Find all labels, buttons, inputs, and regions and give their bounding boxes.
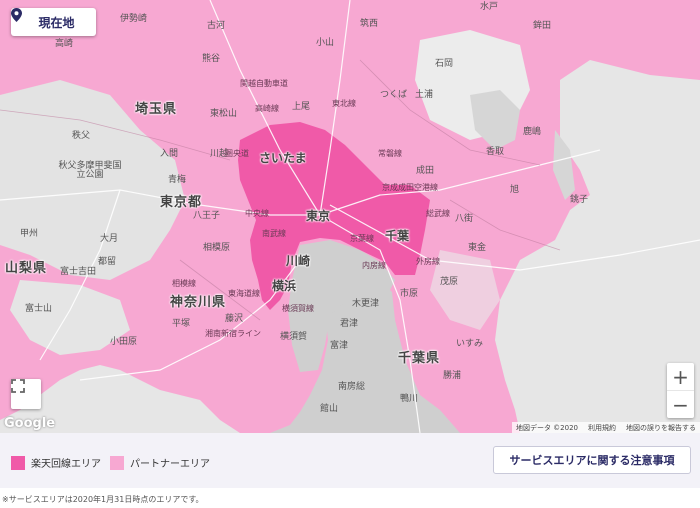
label-place: 八王子 [193, 211, 221, 221]
label-place: 小田原 [110, 337, 138, 347]
report-error-link[interactable]: 地図の誤りを報告する [626, 423, 696, 433]
label-place: 平塚 [172, 319, 191, 329]
label-place: 鴨川 [400, 394, 419, 404]
label-tokyo-pref: 東京都 [160, 195, 203, 210]
label-road: 常磐線 [378, 149, 402, 158]
label-place: 八街 [455, 214, 474, 224]
label-road: 横須賀線 [282, 304, 314, 313]
label-kawasaki-city: 川崎 [286, 254, 311, 268]
label-chiba-pref: 千葉県 [398, 351, 441, 366]
label-place: 都留 [98, 257, 117, 267]
label-road: 圏央道 [225, 149, 249, 158]
label-place: 入間 [160, 149, 179, 159]
label-place: 旭 [510, 185, 520, 195]
label-place: 横須賀 [280, 332, 308, 342]
label-road: 東海道線 [228, 289, 260, 298]
label-place: 南房総 [338, 382, 366, 392]
fullscreen-button[interactable] [11, 379, 41, 409]
label-place: 伊勢崎 [120, 14, 148, 24]
label-place: 熊谷 [202, 54, 221, 64]
label-place: 市原 [400, 289, 419, 299]
map-attribution: 地図データ ©2020 利用規約 地図の誤りを報告する [511, 422, 700, 433]
label-place: 銚子 [570, 195, 589, 205]
label-place: 上尾 [292, 102, 311, 112]
legend-partner: パートナーエリア [110, 455, 210, 470]
label-park: 秋父多摩甲斐国立公園 [58, 161, 122, 180]
label-kanagawa-pref: 神奈川県 [170, 295, 227, 310]
label-place: 古河 [207, 21, 226, 31]
rakuten-swatch [11, 455, 25, 470]
label-place: 水戸 [480, 2, 499, 12]
label-yamanashi-pref: 山梨県 [5, 261, 48, 276]
label-chiba-city: 千葉 [385, 229, 410, 243]
label-place: いすみ [456, 339, 484, 349]
label-place: 鹿嶋 [523, 127, 542, 137]
label-tokyo-city: 東京 [306, 209, 331, 223]
label-road: 関越自動車道 [240, 79, 288, 88]
terms-link[interactable]: 利用規約 [588, 423, 616, 433]
map-canvas [0, 0, 700, 433]
label-road: 総武線 [426, 209, 450, 218]
label-road: 内房線 [362, 261, 386, 270]
label-place: 高崎 [55, 39, 74, 49]
label-place: 東金 [468, 243, 487, 253]
label-place: 相模原 [203, 243, 231, 253]
label-road: 相模線 [172, 279, 196, 288]
label-place: 香取 [486, 147, 505, 157]
legend-rakuten-label: 楽天回線エリア [31, 459, 101, 470]
label-place: 石岡 [435, 59, 454, 69]
coverage-map[interactable]: 埼玉県 東京都 神奈川県 千葉県 山梨県 さいたま 東京 千葉 川崎 横浜 伊勢… [0, 0, 700, 433]
label-place: 君津 [340, 319, 359, 329]
label-place: 成田 [416, 166, 435, 176]
label-place: 秩父 [72, 131, 91, 141]
legend-rakuten: 楽天回線エリア [11, 455, 101, 470]
current-location-label: 現在地 [38, 15, 75, 30]
label-saitama-pref: 埼玉県 [135, 102, 178, 117]
label-road: 東北線 [332, 99, 356, 108]
label-place: 大月 [100, 234, 119, 244]
label-place: 茂原 [440, 277, 459, 287]
label-place: 富士山 [25, 304, 53, 314]
label-place: 土浦 [415, 90, 434, 100]
label-place: 木更津 [352, 299, 380, 309]
label-place: 甲州 [20, 229, 39, 239]
label-road: 湘南新宿ライン [205, 329, 261, 338]
label-place: 鉾田 [533, 21, 552, 31]
label-place: 青梅 [168, 175, 187, 185]
label-place: 東松山 [210, 109, 238, 119]
label-road: 高崎線 [255, 104, 279, 113]
label-road: 南武線 [262, 229, 286, 238]
zoom-control: + − [667, 363, 694, 418]
label-saitama-city: さいたま [259, 151, 307, 165]
label-place: 藤沢 [225, 314, 244, 324]
current-location-button[interactable]: 現在地 [11, 8, 96, 36]
zoom-out-button[interactable]: − [667, 391, 694, 418]
label-road: 京成成田空港線 [382, 183, 438, 192]
label-place: 筑西 [360, 19, 379, 29]
label-place: 富士吉田 [60, 267, 97, 277]
map-data-credit: 地図データ ©2020 [515, 423, 578, 432]
label-place: 小山 [316, 38, 335, 48]
legend-partner-label: パートナーエリア [130, 459, 210, 470]
partner-swatch [110, 455, 124, 470]
label-road: 中央線 [245, 209, 269, 218]
service-area-notice-button[interactable]: サービスエリアに関する注意事項 [493, 446, 691, 474]
label-yokohama-city: 横浜 [272, 279, 297, 293]
label-place: つくば [380, 90, 408, 100]
label-road: 外房線 [416, 257, 440, 266]
google-logo: Google [4, 416, 56, 431]
label-place: 富津 [330, 341, 349, 351]
label-place: 勝浦 [443, 371, 462, 381]
footnote: ※サービスエリアは2020年1月31日時点のエリアです。 [2, 495, 204, 504]
label-place: 館山 [320, 404, 339, 414]
zoom-in-button[interactable]: + [667, 363, 694, 390]
label-road: 京葉線 [350, 234, 374, 243]
